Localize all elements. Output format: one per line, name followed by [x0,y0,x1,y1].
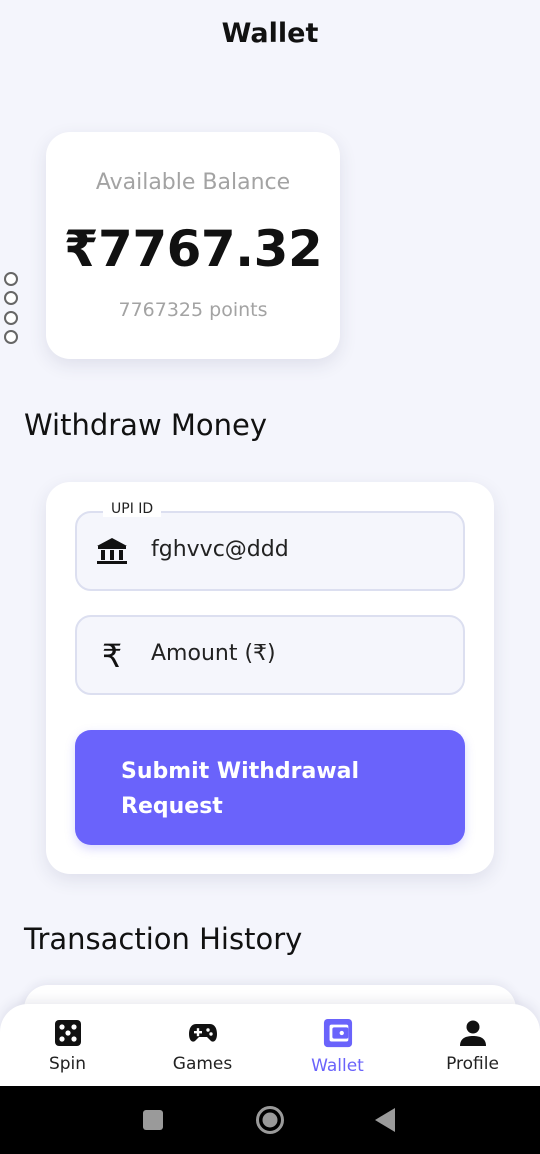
nav-label: Wallet [311,1056,364,1076]
nav-item-games[interactable]: Games [135,1004,270,1086]
nav-label: Games [172,1054,233,1074]
page-title: Wallet [221,18,319,49]
dice-icon [53,1018,83,1048]
back-button[interactable] [374,1105,396,1139]
submit-withdrawal-button[interactable]: Submit Withdrawal Request [75,730,465,845]
gamepad-icon [188,1018,218,1048]
nav-item-spin[interactable]: Spin [0,1004,135,1086]
balance-points: 7767325 points [118,299,268,321]
handle-dot [4,310,18,325]
amount-field[interactable]: ₹ [75,615,465,695]
upi-id-label: UPI ID [103,501,162,517]
system-navigation-bar [0,1086,540,1154]
person-icon [458,1018,488,1048]
nav-label: Spin [48,1054,87,1074]
amount-input[interactable] [151,641,441,666]
rupee-icon: ₹ [95,639,129,673]
nav-label: Profile [446,1054,499,1074]
handle-dot [4,272,18,286]
floating-edge-handle[interactable] [4,272,20,344]
withdraw-card: UPI ID ₹ Submit Withdrawal Request [46,482,494,874]
bank-icon [95,535,129,569]
wallet-icon [323,1018,353,1048]
nav-item-wallet[interactable]: Wallet [270,1004,405,1086]
balance-card: Available Balance ₹7767.32 7767325 point… [46,132,340,359]
handle-dot [4,329,18,344]
nav-item-profile[interactable]: Profile [405,1004,540,1086]
balance-label: Available Balance [95,170,291,195]
handle-dot [4,291,18,306]
home-button[interactable] [255,1105,285,1139]
rupee-glyph: ₹ [101,637,123,675]
bottom-nav: Spin Games Wallet Profile [0,1004,540,1086]
withdraw-section-title: Withdraw Money [24,408,268,442]
balance-amount: ₹7767.32 [63,220,323,278]
upi-id-field[interactable]: UPI ID [75,501,465,591]
recent-apps-button[interactable] [143,1105,163,1139]
submit-label-line1: Submit Withdrawal [121,759,360,784]
upi-id-input[interactable] [151,537,441,562]
submit-label-line2: Request [121,794,223,819]
history-section-title: Transaction History [24,922,303,956]
